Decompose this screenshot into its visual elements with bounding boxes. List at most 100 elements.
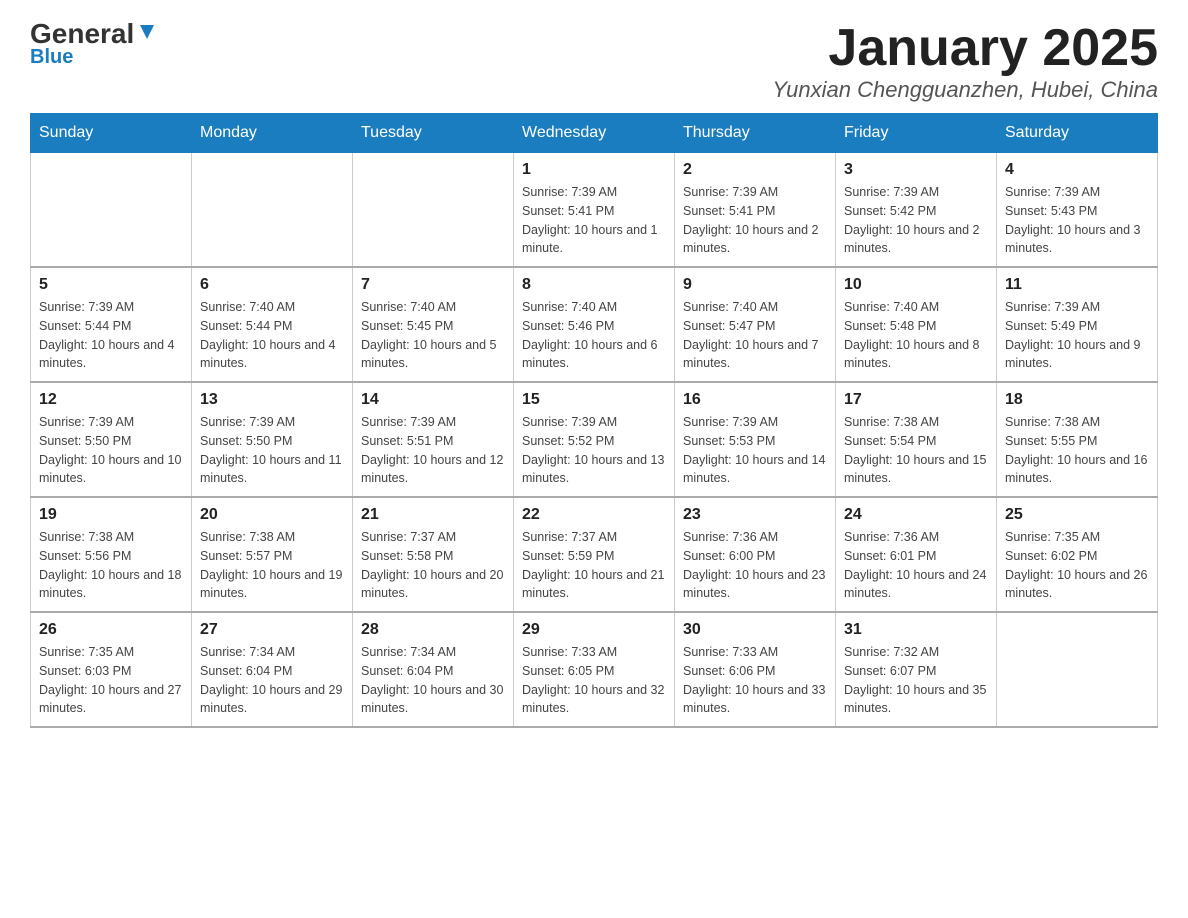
calendar-cell: 13 Sunrise: 7:39 AM Sunset: 5:50 PM Dayli… bbox=[192, 382, 353, 497]
day-info: Sunrise: 7:39 AM Sunset: 5:50 PM Dayligh… bbox=[39, 413, 183, 488]
calendar-header: SundayMondayTuesdayWednesdayThursdayFrid… bbox=[31, 114, 1158, 153]
day-info: Sunrise: 7:40 AM Sunset: 5:46 PM Dayligh… bbox=[522, 298, 666, 373]
day-number: 20 bbox=[200, 506, 344, 524]
day-info: Sunrise: 7:39 AM Sunset: 5:42 PM Dayligh… bbox=[844, 183, 988, 258]
logo-triangle-icon bbox=[136, 21, 158, 43]
calendar-cell: 21 Sunrise: 7:37 AM Sunset: 5:58 PM Dayli… bbox=[353, 497, 514, 612]
logo-general-text: General bbox=[30, 20, 134, 48]
calendar-cell bbox=[192, 153, 353, 268]
calendar-cell: 31 Sunrise: 7:32 AM Sunset: 6:07 PM Dayli… bbox=[836, 612, 997, 727]
day-info: Sunrise: 7:38 AM Sunset: 5:56 PM Dayligh… bbox=[39, 528, 183, 603]
calendar-cell: 16Sunrise: 7:39 AM Sunset: 5:53 PM Dayli… bbox=[675, 382, 836, 497]
day-number: 8 bbox=[522, 276, 666, 294]
day-number: 28 bbox=[361, 621, 505, 639]
calendar-cell: 12 Sunrise: 7:39 AM Sunset: 5:50 PM Dayli… bbox=[31, 382, 192, 497]
day-number: 3 bbox=[844, 161, 988, 179]
day-number: 13 bbox=[200, 391, 344, 409]
day-number: 25 bbox=[1005, 506, 1149, 524]
calendar-body: 1 Sunrise: 7:39 AM Sunset: 5:41 PM Daylig… bbox=[31, 153, 1158, 728]
column-header-tuesday: Tuesday bbox=[353, 114, 514, 153]
header: General Blue January 2025 Yunxian Chengg… bbox=[30, 20, 1158, 103]
day-number: 2 bbox=[683, 161, 827, 179]
calendar-cell: 30Sunrise: 7:33 AM Sunset: 6:06 PM Dayli… bbox=[675, 612, 836, 727]
day-number: 16 bbox=[683, 391, 827, 409]
day-info: Sunrise: 7:39 AM Sunset: 5:51 PM Dayligh… bbox=[361, 413, 505, 488]
day-info: Sunrise: 7:40 AM Sunset: 5:48 PM Dayligh… bbox=[844, 298, 988, 373]
day-number: 5 bbox=[39, 276, 183, 294]
day-info: Sunrise: 7:35 AM Sunset: 6:03 PM Dayligh… bbox=[39, 643, 183, 718]
day-number: 4 bbox=[1005, 161, 1149, 179]
day-info: Sunrise: 7:39 AM Sunset: 5:52 PM Dayligh… bbox=[522, 413, 666, 488]
day-number: 6 bbox=[200, 276, 344, 294]
calendar-cell bbox=[353, 153, 514, 268]
day-number: 12 bbox=[39, 391, 183, 409]
calendar-cell: 25 Sunrise: 7:35 AM Sunset: 6:02 PM Dayli… bbox=[997, 497, 1158, 612]
calendar-cell: 14 Sunrise: 7:39 AM Sunset: 5:51 PM Dayli… bbox=[353, 382, 514, 497]
day-number: 27 bbox=[200, 621, 344, 639]
column-header-thursday: Thursday bbox=[675, 114, 836, 153]
day-number: 31 bbox=[844, 621, 988, 639]
calendar-cell: 10 Sunrise: 7:40 AM Sunset: 5:48 PM Dayli… bbox=[836, 267, 997, 382]
calendar-cell: 7 Sunrise: 7:40 AM Sunset: 5:45 PM Daylig… bbox=[353, 267, 514, 382]
calendar-cell: 29 Sunrise: 7:33 AM Sunset: 6:05 PM Dayli… bbox=[514, 612, 675, 727]
calendar-cell: 28 Sunrise: 7:34 AM Sunset: 6:04 PM Dayli… bbox=[353, 612, 514, 727]
column-header-monday: Monday bbox=[192, 114, 353, 153]
day-number: 30 bbox=[683, 621, 827, 639]
day-number: 17 bbox=[844, 391, 988, 409]
calendar-cell: 23 Sunrise: 7:36 AM Sunset: 6:00 PM Dayli… bbox=[675, 497, 836, 612]
column-header-sunday: Sunday bbox=[31, 114, 192, 153]
day-number: 9 bbox=[683, 276, 827, 294]
day-info: Sunrise: 7:39 AM Sunset: 5:43 PM Dayligh… bbox=[1005, 183, 1149, 258]
day-number: 1 bbox=[522, 161, 666, 179]
title-area: January 2025 Yunxian Chengguanzhen, Hube… bbox=[772, 20, 1158, 103]
day-number: 10 bbox=[844, 276, 988, 294]
week-row-1: 1 Sunrise: 7:39 AM Sunset: 5:41 PM Daylig… bbox=[31, 153, 1158, 268]
calendar-cell: 4 Sunrise: 7:39 AM Sunset: 5:43 PM Daylig… bbox=[997, 153, 1158, 268]
day-number: 11 bbox=[1005, 276, 1149, 294]
subtitle: Yunxian Chengguanzhen, Hubei, China bbox=[772, 77, 1158, 103]
day-info: Sunrise: 7:35 AM Sunset: 6:02 PM Dayligh… bbox=[1005, 528, 1149, 603]
day-info: Sunrise: 7:33 AM Sunset: 6:05 PM Dayligh… bbox=[522, 643, 666, 718]
week-row-3: 12 Sunrise: 7:39 AM Sunset: 5:50 PM Dayli… bbox=[31, 382, 1158, 497]
day-info: Sunrise: 7:36 AM Sunset: 6:01 PM Dayligh… bbox=[844, 528, 988, 603]
calendar-cell bbox=[997, 612, 1158, 727]
week-row-2: 5 Sunrise: 7:39 AM Sunset: 5:44 PM Daylig… bbox=[31, 267, 1158, 382]
day-info: Sunrise: 7:32 AM Sunset: 6:07 PM Dayligh… bbox=[844, 643, 988, 718]
day-info: Sunrise: 7:40 AM Sunset: 5:47 PM Dayligh… bbox=[683, 298, 827, 373]
week-row-5: 26 Sunrise: 7:35 AM Sunset: 6:03 PM Dayli… bbox=[31, 612, 1158, 727]
day-number: 24 bbox=[844, 506, 988, 524]
day-number: 7 bbox=[361, 276, 505, 294]
day-info: Sunrise: 7:39 AM Sunset: 5:41 PM Dayligh… bbox=[522, 183, 666, 258]
day-number: 18 bbox=[1005, 391, 1149, 409]
calendar-cell: 11 Sunrise: 7:39 AM Sunset: 5:49 PM Dayli… bbox=[997, 267, 1158, 382]
day-number: 29 bbox=[522, 621, 666, 639]
day-info: Sunrise: 7:34 AM Sunset: 6:04 PM Dayligh… bbox=[200, 643, 344, 718]
column-header-wednesday: Wednesday bbox=[514, 114, 675, 153]
day-info: Sunrise: 7:40 AM Sunset: 5:45 PM Dayligh… bbox=[361, 298, 505, 373]
day-number: 26 bbox=[39, 621, 183, 639]
day-info: Sunrise: 7:36 AM Sunset: 6:00 PM Dayligh… bbox=[683, 528, 827, 603]
calendar-cell: 22Sunrise: 7:37 AM Sunset: 5:59 PM Dayli… bbox=[514, 497, 675, 612]
day-info: Sunrise: 7:39 AM Sunset: 5:49 PM Dayligh… bbox=[1005, 298, 1149, 373]
day-info: Sunrise: 7:37 AM Sunset: 5:58 PM Dayligh… bbox=[361, 528, 505, 603]
day-number: 21 bbox=[361, 506, 505, 524]
day-info: Sunrise: 7:40 AM Sunset: 5:44 PM Dayligh… bbox=[200, 298, 344, 373]
calendar-cell: 8 Sunrise: 7:40 AM Sunset: 5:46 PM Daylig… bbox=[514, 267, 675, 382]
calendar-cell: 17Sunrise: 7:38 AM Sunset: 5:54 PM Dayli… bbox=[836, 382, 997, 497]
day-info: Sunrise: 7:34 AM Sunset: 6:04 PM Dayligh… bbox=[361, 643, 505, 718]
calendar-cell: 15Sunrise: 7:39 AM Sunset: 5:52 PM Dayli… bbox=[514, 382, 675, 497]
week-row-4: 19Sunrise: 7:38 AM Sunset: 5:56 PM Dayli… bbox=[31, 497, 1158, 612]
logo: General Blue bbox=[30, 20, 158, 69]
column-header-saturday: Saturday bbox=[997, 114, 1158, 153]
calendar-table: SundayMondayTuesdayWednesdayThursdayFrid… bbox=[30, 113, 1158, 728]
day-number: 23 bbox=[683, 506, 827, 524]
calendar-cell: 26 Sunrise: 7:35 AM Sunset: 6:03 PM Dayli… bbox=[31, 612, 192, 727]
calendar-cell: 9 Sunrise: 7:40 AM Sunset: 5:47 PM Daylig… bbox=[675, 267, 836, 382]
calendar-cell: 24 Sunrise: 7:36 AM Sunset: 6:01 PM Dayli… bbox=[836, 497, 997, 612]
day-info: Sunrise: 7:39 AM Sunset: 5:50 PM Dayligh… bbox=[200, 413, 344, 488]
main-title: January 2025 bbox=[772, 20, 1158, 77]
day-info: Sunrise: 7:37 AM Sunset: 5:59 PM Dayligh… bbox=[522, 528, 666, 603]
day-number: 14 bbox=[361, 391, 505, 409]
day-info: Sunrise: 7:39 AM Sunset: 5:44 PM Dayligh… bbox=[39, 298, 183, 373]
calendar-cell: 27 Sunrise: 7:34 AM Sunset: 6:04 PM Dayli… bbox=[192, 612, 353, 727]
